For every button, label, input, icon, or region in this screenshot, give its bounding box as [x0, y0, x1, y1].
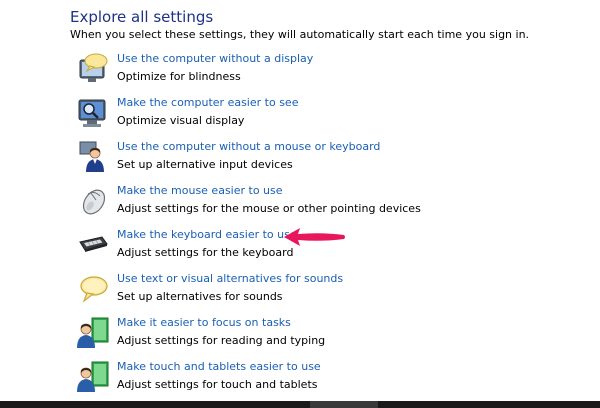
section-title: Explore all settings — [70, 8, 214, 26]
annotation-arrow-icon — [282, 226, 348, 248]
setting-description: Adjust settings for the keyboard — [117, 246, 294, 259]
speech-bubble-icon — [76, 272, 110, 306]
person-document-icon — [76, 316, 110, 350]
taskbar-button[interactable] — [310, 401, 378, 408]
setting-description: Optimize visual display — [117, 114, 245, 127]
mouse-icon — [76, 184, 110, 218]
speech-bubble-monitor-icon — [76, 52, 110, 86]
setting-link[interactable]: Use the computer without a display — [117, 52, 313, 65]
setting-link[interactable]: Make the mouse easier to use — [117, 184, 283, 197]
setting-link[interactable]: Make it easier to focus on tasks — [117, 316, 291, 329]
setting-description: Adjust settings for the mouse or other p… — [117, 202, 421, 215]
keyboard-icon — [76, 228, 110, 262]
setting-link[interactable]: Make the computer easier to see — [117, 96, 298, 109]
setting-link[interactable]: Make touch and tablets easier to use — [117, 360, 321, 373]
setting-item-no-mouse-keyboard: Use the computer without a mouse or keyb… — [72, 140, 572, 180]
setting-item-easier-to-see: Make the computer easier to see Optimize… — [72, 96, 572, 136]
setting-item-mouse: Make the mouse easier to use Adjust sett… — [72, 184, 572, 224]
section-intro: When you select these settings, they wil… — [70, 28, 530, 41]
setting-description: Adjust settings for reading and typing — [117, 334, 326, 347]
setting-link[interactable]: Use the computer without a mouse or keyb… — [117, 140, 380, 153]
setting-link[interactable]: Use text or visual alternatives for soun… — [117, 272, 343, 285]
ease-of-access-page: Explore all settings When you select the… — [0, 0, 600, 408]
setting-item-touch-tablets: Make touch and tablets easier to use Adj… — [72, 360, 572, 400]
taskbar — [0, 401, 600, 408]
setting-item-sound-alternatives: Use text or visual alternatives for soun… — [72, 272, 572, 312]
setting-item-focus-tasks: Make it easier to focus on tasks Adjust … — [72, 316, 572, 356]
setting-description: Set up alternatives for sounds — [117, 290, 283, 303]
person-icon — [76, 140, 110, 174]
setting-item-no-display: Use the computer without a display Optim… — [72, 52, 572, 92]
magnifier-monitor-icon — [76, 96, 110, 130]
person-tablet-icon — [76, 360, 110, 394]
setting-description: Optimize for blindness — [117, 70, 241, 83]
setting-description: Adjust settings for touch and tablets — [117, 378, 318, 391]
setting-link[interactable]: Make the keyboard easier to use — [117, 228, 297, 241]
setting-description: Set up alternative input devices — [117, 158, 293, 171]
